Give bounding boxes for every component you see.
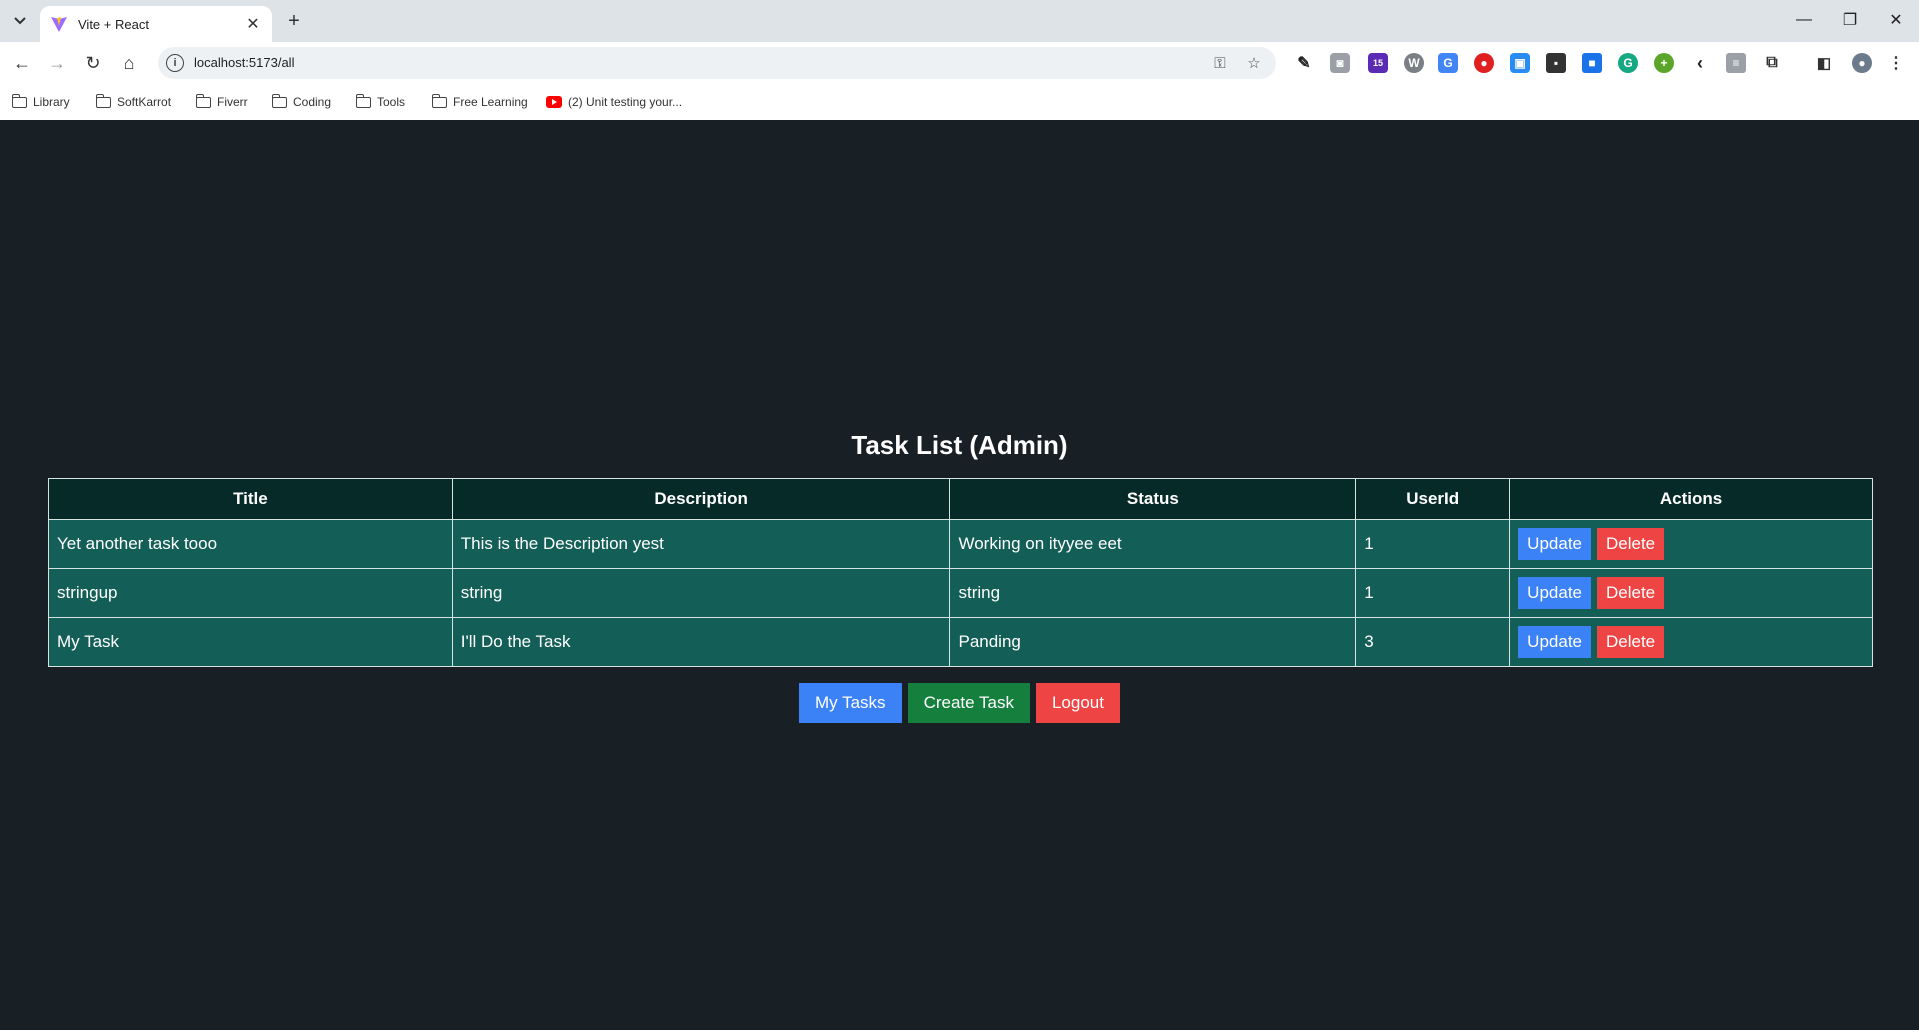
add-extension-icon[interactable]: + bbox=[1654, 53, 1674, 73]
logout-button[interactable]: Logout bbox=[1035, 683, 1120, 723]
update-button[interactable]: Update bbox=[1518, 626, 1591, 658]
folder-icon bbox=[195, 93, 211, 108]
bookmark-unit-testing[interactable]: (2) Unit testing your... bbox=[546, 92, 682, 112]
task-user-id: 3 bbox=[1355, 617, 1511, 667]
restore-button[interactable]: ❐ bbox=[1827, 0, 1873, 40]
reader-icon[interactable]: ≡ bbox=[1726, 53, 1746, 73]
page-title: Task List (Admin) bbox=[851, 430, 1068, 460]
youtube-icon bbox=[546, 96, 562, 108]
bookmark-library[interactable]: Library bbox=[11, 92, 70, 112]
task-table: Title Description Status UserId Actions … bbox=[48, 478, 1873, 667]
window-close-button[interactable]: ✕ bbox=[1873, 0, 1919, 40]
table-row: My Task I'll Do the Task Panding 3 Updat… bbox=[48, 617, 1873, 667]
side-panel-icon[interactable]: ◧ bbox=[1814, 53, 1834, 73]
column-header-userid: UserId bbox=[1355, 478, 1511, 520]
close-icon[interactable]: ✕ bbox=[244, 15, 262, 33]
screen-recorder-icon[interactable]: ▣ bbox=[1510, 53, 1530, 73]
minimize-button[interactable]: — bbox=[1781, 0, 1827, 40]
table-header-row: Title Description Status UserId Actions bbox=[48, 478, 1873, 520]
folder-icon bbox=[355, 93, 371, 108]
bookmark-coding[interactable]: Coding bbox=[271, 92, 332, 112]
url-text[interactable]: localhost:5173/all bbox=[194, 55, 294, 70]
column-header-actions: Actions bbox=[1509, 478, 1873, 520]
app-page: Task List (Admin) Title Description Stat… bbox=[0, 120, 1919, 1030]
table-row: Yet another task tooo This is the Descri… bbox=[48, 519, 1873, 569]
password-key-icon[interactable]: ⚿ bbox=[1210, 53, 1230, 73]
bookmark-label: Coding bbox=[293, 95, 332, 109]
update-button[interactable]: Update bbox=[1518, 528, 1591, 560]
address-bar[interactable]: i localhost:5173/all ⚿ ☆ bbox=[158, 47, 1276, 79]
bookmark-free-learning[interactable]: Free Learning bbox=[431, 92, 528, 112]
bookmark-label: Library bbox=[33, 95, 70, 109]
create-task-button[interactable]: Create Task bbox=[907, 683, 1030, 723]
browser-toolbar: ← → ↻ ⌂ i localhost:5173/all ⚿ ☆ ✎ ◙ 15 … bbox=[0, 42, 1919, 84]
extension-badge-icon[interactable]: 15 bbox=[1368, 53, 1388, 73]
my-tasks-button[interactable]: My Tasks bbox=[799, 683, 902, 723]
table-row: stringup string string 1 Update Delete bbox=[48, 568, 1873, 618]
column-header-title: Title bbox=[48, 478, 453, 520]
bookmark-tools[interactable]: Tools bbox=[355, 92, 406, 112]
bookmark-label: Free Learning bbox=[453, 95, 528, 109]
bookmark-label: Tools bbox=[377, 95, 406, 109]
tab-title: Vite + React bbox=[78, 16, 149, 32]
kebab-menu-icon[interactable]: ⋮ bbox=[1886, 53, 1906, 73]
delete-button[interactable]: Delete bbox=[1597, 626, 1665, 658]
tab-strip: Vite + React ✕ + — ❐ ✕ bbox=[0, 0, 1919, 42]
site-info-icon[interactable]: i bbox=[166, 54, 184, 72]
task-title: My Task bbox=[48, 617, 453, 667]
folder-icon bbox=[95, 93, 111, 108]
home-icon[interactable]: ⌂ bbox=[114, 48, 144, 78]
page-actions: My Tasks Create Task Logout bbox=[0, 683, 1919, 723]
bookmark-manager-icon[interactable]: ■ bbox=[1582, 53, 1602, 73]
camera-icon[interactable]: ◙ bbox=[1330, 53, 1350, 73]
task-description: This is the Description yest bbox=[451, 519, 951, 569]
folder-icon bbox=[431, 93, 447, 108]
column-header-description: Description bbox=[451, 478, 951, 520]
task-description: string bbox=[451, 568, 951, 618]
browser-tab[interactable]: Vite + React ✕ bbox=[40, 6, 272, 42]
task-user-id: 1 bbox=[1355, 568, 1511, 618]
task-actions: Update Delete bbox=[1509, 568, 1873, 618]
vite-icon bbox=[51, 17, 67, 32]
task-actions: Update Delete bbox=[1509, 617, 1873, 667]
eyedropper-icon[interactable]: ✎ bbox=[1294, 53, 1314, 73]
wordpress-icon[interactable]: W bbox=[1404, 53, 1424, 73]
update-button[interactable]: Update bbox=[1518, 577, 1591, 609]
folder-icon bbox=[271, 93, 287, 108]
grammarly-icon[interactable]: G bbox=[1618, 53, 1638, 73]
task-user-id: 1 bbox=[1355, 519, 1511, 569]
bookmark-label: SoftKarrot bbox=[117, 95, 172, 109]
forward-icon[interactable]: → bbox=[42, 48, 72, 78]
task-title: stringup bbox=[48, 568, 453, 618]
task-title: Yet another task tooo bbox=[48, 519, 453, 569]
chevron-left-icon[interactable]: ‹ bbox=[1690, 53, 1710, 73]
bookmark-star-icon[interactable]: ☆ bbox=[1244, 53, 1264, 73]
bookmark-label: (2) Unit testing your... bbox=[568, 95, 683, 109]
adblock-icon[interactable]: ● bbox=[1474, 53, 1494, 73]
chevron-down-icon bbox=[14, 17, 26, 25]
task-status: Panding bbox=[949, 617, 1357, 667]
extensions-puzzle-icon[interactable]: ⧉ bbox=[1762, 53, 1782, 73]
reload-icon[interactable]: ↻ bbox=[78, 48, 108, 78]
task-actions: Update Delete bbox=[1509, 519, 1873, 569]
bookmark-fiverr[interactable]: Fiverr bbox=[195, 92, 248, 112]
task-status: string bbox=[949, 568, 1357, 618]
bookmarks-bar: Library SoftKarrot Fiverr Coding Tools F… bbox=[0, 84, 1919, 120]
bookmark-label: Fiverr bbox=[217, 95, 248, 109]
delete-button[interactable]: Delete bbox=[1597, 577, 1665, 609]
picture-in-picture-icon[interactable]: ▪ bbox=[1546, 53, 1566, 73]
translate-icon[interactable]: G bbox=[1438, 53, 1458, 73]
task-description: I'll Do the Task bbox=[451, 617, 951, 667]
profile-avatar[interactable]: ● bbox=[1852, 53, 1872, 73]
delete-button[interactable]: Delete bbox=[1597, 528, 1665, 560]
bookmark-softkarrot[interactable]: SoftKarrot bbox=[95, 92, 172, 112]
new-tab-button[interactable]: + bbox=[282, 9, 306, 33]
tab-search-button[interactable] bbox=[8, 9, 32, 33]
extension-badge-count: 15 bbox=[1372, 58, 1383, 68]
column-header-status: Status bbox=[949, 478, 1357, 520]
task-status: Working on ityyee eet bbox=[949, 519, 1357, 569]
folder-icon bbox=[11, 93, 27, 108]
back-icon[interactable]: ← bbox=[7, 48, 37, 78]
